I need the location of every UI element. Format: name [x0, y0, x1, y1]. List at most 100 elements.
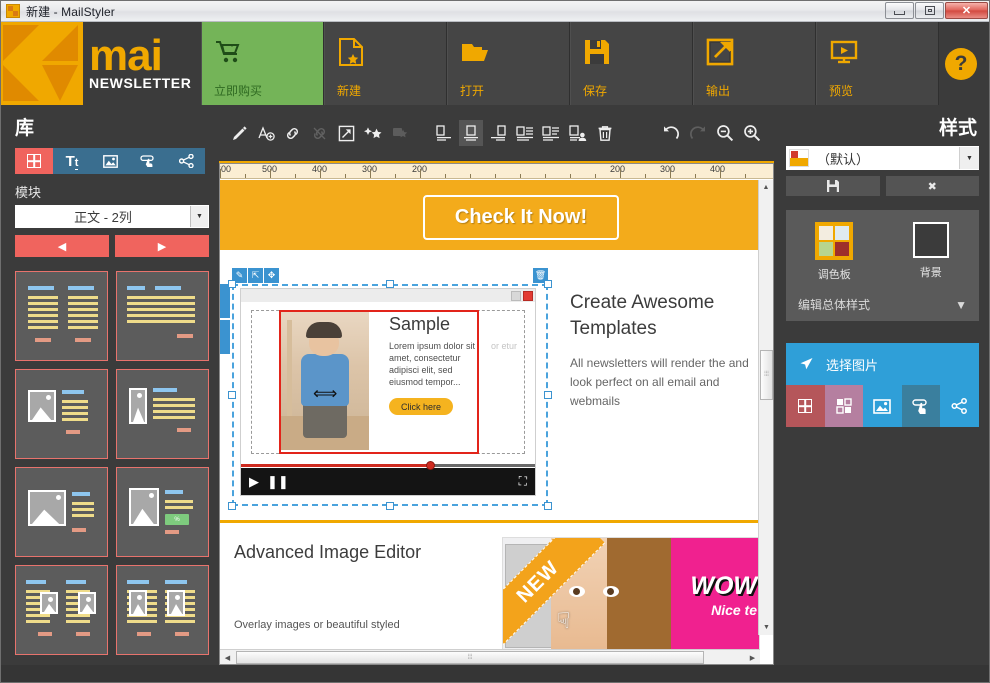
- library-thumb[interactable]: [15, 565, 108, 655]
- brush-icon[interactable]: [227, 120, 252, 146]
- right-text-column[interactable]: Create Awesome Templates All newsletters…: [570, 290, 760, 411]
- ribbon-button-open[interactable]: 打开: [447, 22, 570, 105]
- image-tool-social[interactable]: [940, 385, 979, 427]
- zoom-in-icon[interactable]: [739, 120, 764, 146]
- effects-star-icon[interactable]: [361, 120, 386, 146]
- widget-minimize-icon[interactable]: [511, 290, 521, 301]
- canvas-vertical-scrollbar[interactable]: ▲ ⦙⦙⦙ ▼: [758, 180, 773, 635]
- email-canvas[interactable]: 600 500 400 300 200 200 300 400 Check It…: [219, 163, 774, 665]
- library-thumb[interactable]: [116, 271, 209, 361]
- unlink-icon: [307, 120, 332, 146]
- library-thumb[interactable]: [15, 467, 108, 557]
- resize-handle[interactable]: [228, 502, 236, 510]
- library-thumb[interactable]: %: [116, 467, 209, 557]
- image-tool-layout[interactable]: [824, 385, 864, 427]
- save-style-button[interactable]: [786, 176, 880, 196]
- add-text-icon[interactable]: [254, 120, 279, 146]
- resize-handle[interactable]: [228, 391, 236, 399]
- ribbon-button-save[interactable]: 保存: [570, 22, 693, 105]
- ribbon-toolbar: mai NEWSLETTER 立即购买 新建 打开 保存 输出 预览 ?: [1, 22, 989, 105]
- resize-handle[interactable]: [386, 502, 394, 510]
- library-tab-image[interactable]: [91, 148, 129, 174]
- wrap-right-icon[interactable]: [539, 120, 564, 146]
- align-right-icon[interactable]: [485, 120, 510, 146]
- ribbon-button-export[interactable]: 输出: [693, 22, 816, 105]
- section-handle[interactable]: [220, 320, 230, 354]
- ghost-text: or etur: [491, 341, 518, 351]
- ribbon-button-new[interactable]: 新建: [324, 22, 447, 105]
- insert-person-icon[interactable]: [566, 120, 591, 146]
- ruler-tick-label: 200: [610, 164, 626, 174]
- palette-swatch[interactable]: 调色板: [786, 222, 883, 282]
- scroll-right-arrow[interactable]: ▶: [745, 650, 760, 664]
- chevron-down-icon[interactable]: ▼: [955, 298, 967, 312]
- hero-band[interactable]: Check It Now!: [220, 180, 760, 250]
- vscroll-thumb[interactable]: ⦙⦙⦙: [760, 350, 773, 400]
- scroll-left-arrow[interactable]: ◀: [220, 650, 235, 664]
- ribbon-button-help[interactable]: ?: [939, 22, 989, 105]
- zoom-out-icon[interactable]: [713, 120, 738, 146]
- resize-handle[interactable]: [544, 280, 552, 288]
- block-move-icon[interactable]: ✥: [264, 268, 279, 283]
- video-progress[interactable]: [241, 461, 535, 470]
- pause-icon[interactable]: ❚❚: [267, 474, 289, 490]
- minimize-button[interactable]: [885, 2, 914, 19]
- library-tab-button[interactable]: [129, 148, 167, 174]
- scroll-up-arrow[interactable]: ▲: [759, 180, 773, 195]
- chevron-down-icon[interactable]: ▼: [190, 206, 208, 227]
- delete-style-button[interactable]: ✖: [885, 176, 979, 196]
- edit-global-style-row[interactable]: 编辑总体样式 ▼: [798, 296, 967, 313]
- hscroll-thumb[interactable]: ⦙⦙⦙: [236, 651, 704, 664]
- resize-handle[interactable]: [228, 280, 236, 288]
- library-prev-button[interactable]: ◀: [15, 235, 109, 257]
- ribbon-button-buy[interactable]: 立即购买: [201, 22, 324, 105]
- select-image-header[interactable]: 选择图片: [786, 343, 979, 385]
- help-icon[interactable]: ?: [945, 48, 977, 80]
- block-resize-icon[interactable]: ⇱: [248, 268, 263, 283]
- image-tool-grid[interactable]: [786, 385, 825, 427]
- image-tool-button[interactable]: [901, 385, 941, 427]
- fullscreen-icon[interactable]: ⛶: [519, 474, 527, 489]
- image-tool-picture[interactable]: [863, 385, 902, 427]
- check-it-now-button[interactable]: Check It Now!: [423, 195, 619, 240]
- library-tab-blocks[interactable]: [15, 148, 53, 174]
- align-left-icon[interactable]: [432, 120, 457, 146]
- resize-icon[interactable]: [334, 120, 359, 146]
- maximize-button[interactable]: [915, 2, 944, 19]
- align-center-icon[interactable]: [458, 120, 484, 146]
- library-tab-text[interactable]: Tt: [53, 148, 91, 174]
- section-handle[interactable]: [220, 284, 230, 318]
- library-thumb[interactable]: [116, 369, 209, 459]
- wow-image[interactable]: WOW Nice te NEW ☟: [502, 537, 760, 650]
- ribbon-button-preview[interactable]: 预览: [816, 22, 939, 105]
- widget-close-icon[interactable]: [523, 290, 533, 301]
- brand-line2: NEWSLETTER: [89, 74, 192, 91]
- email-page[interactable]: Check It Now! ✎ ⇱ ✥ 🗑 or etur Sample Lor…: [220, 180, 760, 650]
- library-thumb[interactable]: [15, 369, 108, 459]
- resize-handle[interactable]: [544, 502, 552, 510]
- library-thumb[interactable]: [116, 565, 209, 655]
- library-thumb[interactable]: [15, 271, 108, 361]
- library-next-button[interactable]: ▶: [115, 235, 209, 257]
- undo-icon[interactable]: [659, 120, 684, 146]
- scroll-down-arrow[interactable]: ▼: [759, 620, 773, 635]
- library-tab-social[interactable]: [167, 148, 205, 174]
- resize-handle[interactable]: [544, 391, 552, 399]
- chevron-down-icon[interactable]: ▼: [959, 147, 979, 169]
- link-icon[interactable]: [280, 120, 305, 146]
- resize-handle[interactable]: [386, 280, 394, 288]
- library-category-select[interactable]: 正文 - 2列 ▼: [15, 205, 209, 228]
- canvas-horizontal-scrollbar[interactable]: ◀ ⦙⦙⦙ ▶: [220, 649, 760, 664]
- selected-block[interactable]: ✎ ⇱ ✥ 🗑 or etur Sample Lorem ipsum dolor…: [228, 268, 552, 510]
- delete-trash-icon[interactable]: [592, 120, 617, 146]
- palette-label: 调色板: [817, 269, 851, 281]
- advanced-editor-section[interactable]: Advanced Image Editor Overlay images or …: [220, 520, 760, 650]
- background-swatch[interactable]: 背景: [883, 222, 980, 282]
- video-widget[interactable]: or etur Sample Lorem ipsum dolor sit ame…: [240, 288, 536, 496]
- style-select[interactable]: （默认） ▼: [786, 146, 979, 170]
- play-icon[interactable]: ▶: [249, 474, 259, 490]
- close-button[interactable]: ✕: [945, 2, 988, 19]
- video-controls[interactable]: ▶ ❚❚ ⛶: [241, 461, 535, 495]
- wrap-left-icon[interactable]: [512, 120, 537, 146]
- save-disk-icon: [583, 34, 625, 70]
